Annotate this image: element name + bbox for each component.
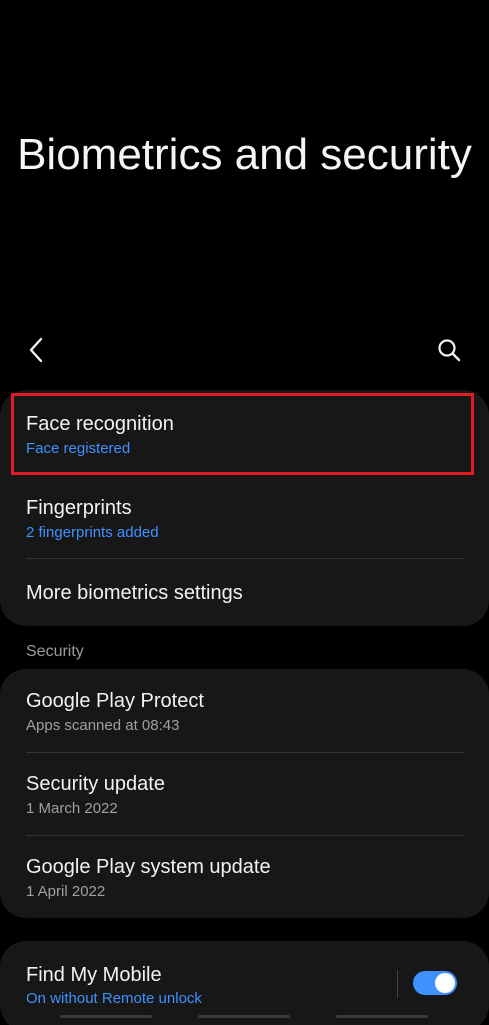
nav-home-button[interactable] [198,1015,290,1018]
chevron-left-icon [29,337,43,363]
face-recognition-title: Face recognition [26,413,174,435]
back-button[interactable] [22,336,50,364]
google-play-protect-title: Google Play Protect [26,690,204,712]
google-play-system-update-item[interactable]: Google Play system update 1 April 2022 [0,836,489,918]
navigation-bar [0,1012,489,1025]
fingerprints-title: Fingerprints [26,497,132,519]
nav-recents-button[interactable] [60,1015,152,1018]
fingerprints-status: 2 fingerprints added [26,524,159,541]
google-play-system-update-title: Google Play system update [26,856,271,878]
find-my-mobile-toggle[interactable] [413,971,457,995]
google-play-protect-item[interactable]: Google Play Protect Apps scanned at 08:4… [0,669,489,752]
more-biometrics-settings-title: More biometrics settings [26,582,243,604]
screen: Biometrics and security Face recognition… [0,0,489,1025]
search-icon [438,339,461,362]
search-button[interactable] [435,336,463,364]
face-recognition-item[interactable]: Face recognition Face registered [0,390,489,474]
security-update-item[interactable]: Security update 1 March 2022 [0,753,489,835]
biometrics-card: Face recognition Face registered Fingerp… [0,390,489,626]
security-update-date: 1 March 2022 [26,800,118,817]
find-my-mobile-status: On without Remote unlock [26,990,202,1007]
nav-back-button[interactable] [336,1015,428,1018]
toggle-separator [397,970,398,998]
find-my-mobile-title: Find My Mobile [26,964,162,986]
face-recognition-status: Face registered [26,440,131,457]
fingerprints-item[interactable]: Fingerprints 2 fingerprints added [0,474,489,558]
security-card: Google Play Protect Apps scanned at 08:4… [0,669,489,918]
page-title: Biometrics and security [17,130,472,179]
toolbar [0,330,489,370]
security-update-title: Security update [26,773,165,795]
security-section-header: Security [26,643,84,660]
google-play-system-update-date: 1 April 2022 [26,883,106,900]
more-biometrics-settings-item[interactable]: More biometrics settings [0,559,489,626]
toggle-knob [435,973,455,993]
google-play-protect-status: Apps scanned at 08:43 [26,717,180,734]
